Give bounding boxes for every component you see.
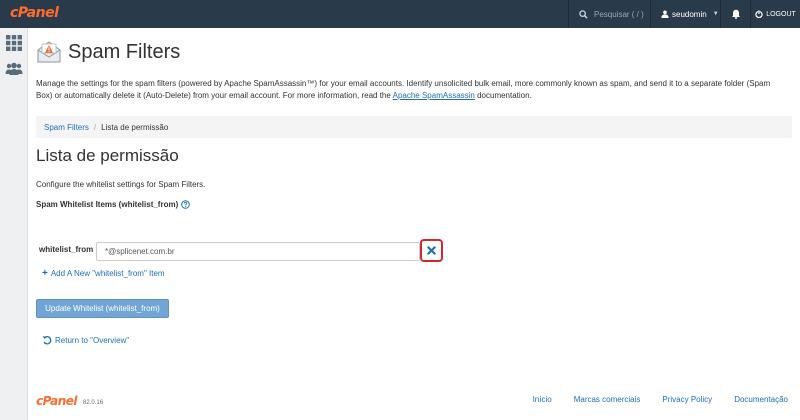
- bell-icon: [731, 9, 740, 19]
- description-text-end: documentation.: [474, 91, 532, 100]
- add-item-label: Add A New "whitelist_from" Item: [50, 269, 165, 278]
- remove-x-icon: [427, 246, 436, 255]
- breadcrumb-separator: /: [93, 122, 97, 132]
- question-circle-icon[interactable]: [181, 200, 191, 209]
- add-item-link[interactable]: + Add A New "whitelist_from" Item: [42, 268, 165, 279]
- footer: cPanel 82.0.16 Início Marcas comerciais …: [36, 392, 792, 410]
- breadcrumb-spam-filters[interactable]: Spam Filters: [44, 123, 89, 132]
- version-number: 82.0.16: [83, 399, 104, 406]
- users-icon: [5, 62, 23, 75]
- whitelist-items-label: Spam Whitelist Items (whitelist_from): [36, 200, 191, 209]
- page-description: Manage the settings for the spam filters…: [36, 78, 788, 102]
- whitelist-from-input[interactable]: [96, 242, 420, 261]
- cpanel-logo[interactable]: cPanel: [10, 5, 59, 21]
- update-whitelist-button[interactable]: Update Whitelist (whitelist_from): [36, 299, 169, 318]
- logout-icon: [755, 10, 763, 18]
- footer-link-inicio[interactable]: Início: [533, 395, 552, 404]
- footer-link-trademarks[interactable]: Marcas comerciais: [574, 395, 641, 404]
- search-icon: [579, 9, 588, 19]
- user-menu[interactable]: seudomin ▼: [650, 0, 720, 28]
- page-header: Spam Filters: [36, 36, 180, 68]
- search-box[interactable]: Pesquisar ( / ): [568, 0, 648, 28]
- page-title: Spam Filters: [68, 40, 181, 63]
- chevron-down-icon: ▼: [712, 11, 719, 17]
- return-overview-label: Return to "Overview": [55, 335, 130, 345]
- grid-icon: [6, 35, 22, 51]
- spam-filter-icon: [37, 41, 61, 63]
- footer-link-privacy[interactable]: Privacy Policy: [662, 395, 712, 404]
- user-icon: [661, 10, 669, 18]
- logout-label: LOGOUT: [766, 10, 796, 18]
- sidebar-home-button[interactable]: [5, 34, 23, 52]
- logout-button[interactable]: LOGOUT: [750, 0, 800, 28]
- footer-cpanel-logo[interactable]: cPanel: [36, 394, 78, 408]
- section-title: Lista de permissão: [36, 146, 179, 165]
- undo-icon: [42, 336, 52, 345]
- breadcrumb-current: Lista de permissão: [101, 122, 169, 132]
- notifications-button[interactable]: [720, 0, 750, 28]
- plus-icon: +: [42, 268, 48, 279]
- footer-link-documentation[interactable]: Documentação: [734, 395, 788, 404]
- remove-item-button[interactable]: [420, 239, 443, 262]
- search-placeholder: Pesquisar ( / ): [594, 9, 644, 19]
- spamassassin-doc-link[interactable]: Apache SpamAssassin: [393, 91, 475, 100]
- username: seudomin: [672, 9, 707, 19]
- configure-text: Configure the whitelist settings for Spa…: [36, 180, 206, 189]
- return-overview-link[interactable]: Return to "Overview": [42, 335, 129, 345]
- sidebar-users-button[interactable]: [5, 60, 23, 78]
- top-bar: cPanel Pesquisar ( / ) seudomin ▼ LOGOUT: [0, 0, 800, 28]
- sidebar: [0, 28, 28, 420]
- footer-links: Início Marcas comerciais Privacy Policy …: [511, 395, 788, 404]
- breadcrumb: Spam Filters / Lista de permissão: [36, 116, 792, 138]
- whitelist-from-label: whitelist_from: [39, 245, 94, 254]
- whitelist-items-label-text: Spam Whitelist Items (whitelist_from): [36, 200, 179, 209]
